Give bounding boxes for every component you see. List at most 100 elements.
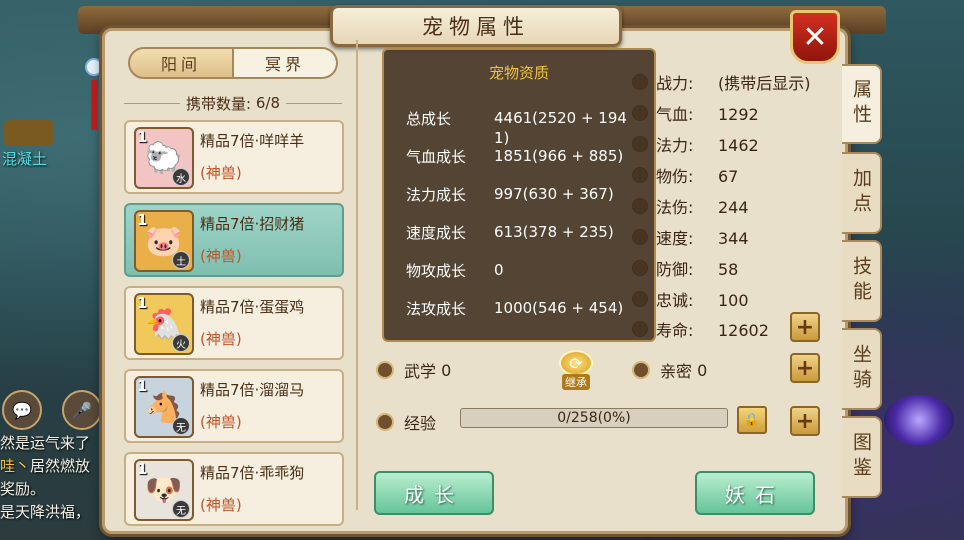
attr-loyalty: 忠诚: 100 bbox=[656, 287, 749, 311]
close-button[interactable]: ✕ bbox=[790, 10, 840, 64]
aptitude-label: 速度成长 bbox=[406, 224, 467, 242]
attr-hp: 气血: 1292 bbox=[656, 101, 759, 125]
aptitude-value: 997(630 + 367) bbox=[494, 185, 614, 203]
tab-add-points[interactable]: 加点 bbox=[842, 152, 882, 234]
attr-value: 244 bbox=[718, 198, 749, 217]
growth-button[interactable]: 成长 bbox=[374, 471, 494, 515]
pet-card-sheep[interactable]: 🐑 1 水 精品7倍·咩咩羊 (神兽) bbox=[124, 120, 344, 194]
tab-underworld[interactable]: 冥界 bbox=[234, 47, 338, 79]
element-badge: 水 bbox=[172, 168, 190, 186]
element-badge: 无 bbox=[172, 417, 190, 435]
aptitude-row: 物攻成长 0 bbox=[406, 260, 634, 281]
attr-value: 1292 bbox=[718, 105, 759, 124]
pet-list: 🐑 1 水 精品7倍·咩咩羊 (神兽) 🐷 1 土 精品7倍·招财猪 (神兽) … bbox=[124, 120, 344, 535]
pet-level: 1 bbox=[137, 294, 148, 312]
attr-value: 100 bbox=[718, 291, 749, 310]
chat-highlight: 哇丶 bbox=[0, 457, 31, 475]
attr-speed: 速度: 344 bbox=[656, 225, 749, 249]
map-object-label: 混凝土 bbox=[2, 150, 48, 168]
inherit-cycle-icon: ⟳ bbox=[559, 350, 593, 376]
aptitude-row: 总成长 4461(2520 + 1941) bbox=[406, 108, 634, 148]
attr-label: 寿命: bbox=[656, 321, 694, 340]
tab-codex[interactable]: 图鉴 bbox=[842, 416, 882, 498]
tab-mount[interactable]: 坐骑 bbox=[842, 328, 882, 410]
pet-name: 精品7倍·溜溜马 bbox=[200, 381, 305, 399]
attr-label: 战力: bbox=[656, 74, 694, 93]
aptitude-label: 总成长 bbox=[406, 110, 452, 128]
experience-label: 经验 bbox=[404, 414, 437, 433]
pet-type: (神兽) bbox=[200, 496, 242, 514]
add-lifespan-button[interactable]: + bbox=[790, 312, 820, 342]
chat-line: 奖励。 bbox=[0, 480, 46, 498]
stall-decoration bbox=[4, 120, 54, 146]
aptitude-row: 速度成长 613(378 + 235) bbox=[406, 222, 634, 243]
pet-name: 精品7倍·蛋蛋鸡 bbox=[200, 298, 305, 316]
tab-label: 图鉴 bbox=[850, 432, 872, 482]
capacity-value: 6/8 bbox=[255, 94, 280, 112]
attr-value: 67 bbox=[718, 167, 739, 186]
close-x-icon: ✕ bbox=[802, 19, 828, 55]
element-badge: 无 bbox=[172, 500, 190, 518]
chat-line-rest: 居然燃放 bbox=[30, 457, 91, 475]
add-experience-button[interactable]: + bbox=[790, 406, 820, 436]
intimacy-label: 亲密 bbox=[660, 362, 693, 381]
aptitude-label: 物攻成长 bbox=[406, 262, 467, 280]
carry-capacity: 携带数量: 6/8 bbox=[118, 92, 348, 114]
pet-card-dog[interactable]: 🐶 1 无 精品7倍·乖乖狗 (神兽) bbox=[124, 452, 344, 526]
martial-label: 武学 bbox=[404, 362, 437, 381]
capacity-label: 携带数量: bbox=[186, 94, 252, 113]
element-badge: 火 bbox=[172, 334, 190, 352]
pet-level: 1 bbox=[137, 460, 148, 478]
pet-level: 1 bbox=[137, 377, 148, 395]
attr-label: 法力: bbox=[656, 136, 694, 155]
pet-card-horse[interactable]: 🐴 1 无 精品7倍·溜溜马 (神兽) bbox=[124, 369, 344, 443]
tab-attributes[interactable]: 属性 bbox=[842, 64, 882, 144]
experience-text: 0/258(0%) bbox=[557, 410, 631, 426]
attr-label: 气血: bbox=[656, 105, 694, 124]
attr-lifespan: 寿命: 12602 bbox=[656, 317, 769, 341]
aptitude-value: 613(378 + 235) bbox=[494, 223, 614, 241]
plus-icon: + bbox=[795, 408, 815, 434]
attr-label: 速度: bbox=[656, 229, 694, 248]
microphone-icon[interactable]: 🎤 bbox=[62, 390, 102, 430]
aptitude-row: 法攻成长 1000(546 + 454) bbox=[406, 298, 634, 319]
chat-line: 是天降洪福， bbox=[0, 503, 91, 521]
experience-row: 经验 bbox=[376, 410, 436, 434]
pet-card-pig[interactable]: 🐷 1 土 精品7倍·招财猪 (神兽) bbox=[124, 203, 344, 277]
window-title: 宠物属性 bbox=[422, 15, 530, 39]
pet-type: (神兽) bbox=[200, 330, 242, 348]
lock-icon[interactable]: 🔒 bbox=[737, 406, 767, 434]
aptitude-label: 气血成长 bbox=[406, 148, 467, 166]
aptitude-value: 1851(966 + 885) bbox=[494, 147, 624, 165]
attr-value: 12602 bbox=[718, 321, 769, 340]
aptitude-label: 法攻成长 bbox=[406, 300, 467, 318]
inherit-button[interactable]: ⟳ 继承 bbox=[558, 350, 594, 390]
hanging-charm-decoration bbox=[85, 40, 103, 140]
martial-row: 武学 0 bbox=[376, 358, 451, 382]
element-badge: 土 bbox=[172, 251, 190, 269]
pet-level: 1 bbox=[137, 211, 148, 229]
popup-title: 宠物资质 bbox=[488, 64, 549, 82]
pet-aptitude-popup: 宠物资质 总成长 4461(2520 + 1941) 气血成长 1851(966 +… bbox=[382, 48, 656, 342]
divider-line bbox=[124, 102, 181, 104]
add-intimacy-button[interactable]: + bbox=[790, 353, 820, 383]
pet-name: 精品7倍·招财猪 bbox=[200, 215, 305, 233]
pet-type: (神兽) bbox=[200, 247, 242, 265]
aptitude-row: 气血成长 1851(966 + 885) bbox=[406, 146, 634, 167]
attr-mp: 法力: 1462 bbox=[656, 132, 759, 156]
chat-bubble-icon[interactable]: 💬 bbox=[2, 390, 42, 430]
tab-label: 技能 bbox=[850, 256, 872, 306]
demon-stone-button[interactable]: 妖石 bbox=[695, 471, 815, 515]
realm-tabs: 阳间 冥界 bbox=[128, 47, 338, 79]
pet-card-chicken[interactable]: 🐔 1 火 精品7倍·蛋蛋鸡 (神兽) bbox=[124, 286, 344, 360]
tab-skills[interactable]: 技能 bbox=[842, 240, 882, 322]
intimacy-value: 0 bbox=[697, 360, 708, 380]
pet-level: 1 bbox=[137, 128, 148, 146]
attr-defense: 防御: 58 bbox=[656, 256, 738, 280]
tab-label: 属性 bbox=[850, 79, 872, 129]
tab-yang-realm[interactable]: 阳间 bbox=[128, 47, 234, 79]
experience-bar: 0/258(0%) bbox=[460, 408, 728, 428]
attr-label: 忠诚: bbox=[656, 291, 694, 310]
aptitude-row: 法力成长 997(630 + 367) bbox=[406, 184, 634, 205]
attr-value: 58 bbox=[718, 260, 739, 279]
